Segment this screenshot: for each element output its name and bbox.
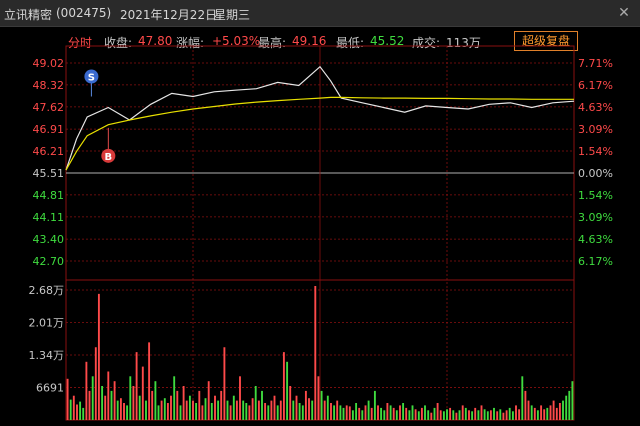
- volume-tick: 2.01万: [29, 317, 65, 330]
- price-tick-left: 46.91: [33, 123, 65, 136]
- percent-tick-right: 7.71%: [578, 57, 613, 70]
- percent-tick-right: 6.17%: [578, 255, 613, 268]
- price-tick-left: 46.21: [33, 145, 65, 158]
- volume-tick: 6691: [36, 382, 64, 395]
- price-tick-left: 47.62: [33, 101, 65, 114]
- volume-tick: 1.34万: [29, 349, 65, 362]
- percent-tick-right: 1.54%: [578, 189, 613, 202]
- trade-marker-label: S: [88, 73, 95, 84]
- percent-tick-right: 6.17%: [578, 79, 613, 92]
- percent-tick-right: 4.63%: [578, 101, 613, 114]
- price-tick-left: 43.40: [33, 233, 65, 246]
- price-tick-left: 48.32: [33, 79, 65, 92]
- percent-tick-right: 4.63%: [578, 233, 613, 246]
- percent-tick-right: 3.09%: [578, 123, 613, 136]
- percent-tick-right: 0.00%: [578, 167, 613, 180]
- price-tick-left: 45.51: [33, 167, 65, 180]
- price-tick-left: 49.02: [33, 57, 65, 70]
- percent-tick-right: 1.54%: [578, 145, 613, 158]
- intraday-chart: 49.02 7.71% 48.32 6.17% 47.62 4.63% 46.91 3.09%…: [29, 45, 613, 421]
- price-tick-left: 42.70: [33, 255, 65, 268]
- price-tick-left: 44.11: [33, 211, 65, 224]
- trade-marker-label: B: [105, 152, 113, 163]
- volume-tick: 2.68万: [29, 284, 65, 297]
- percent-tick-right: 3.09%: [578, 211, 613, 224]
- price-tick-left: 44.81: [33, 189, 65, 202]
